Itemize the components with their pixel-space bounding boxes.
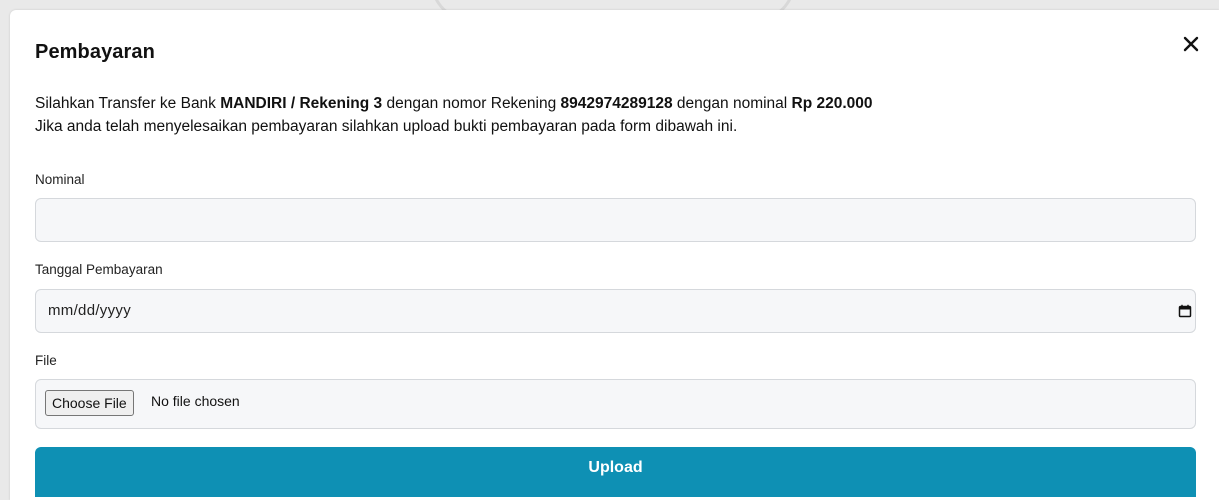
payment-date-input[interactable]: mm/dd/yyyy bbox=[35, 289, 1196, 333]
instruction-text: Silahkan Transfer ke Bank bbox=[35, 95, 221, 112]
close-icon bbox=[1183, 36, 1199, 52]
nominal-input[interactable] bbox=[35, 198, 1196, 242]
instruction-line-1: Silahkan Transfer ke Bank MANDIRI / Reke… bbox=[35, 92, 873, 115]
modal-title: Pembayaran bbox=[35, 41, 155, 63]
file-status: No file chosen bbox=[151, 393, 240, 409]
payment-modal: Pembayaran Silahkan Transfer ke Bank MAN… bbox=[10, 10, 1219, 500]
choose-file-button[interactable]: Choose File bbox=[45, 390, 134, 416]
payment-amount: Rp 220.000 bbox=[791, 95, 873, 112]
calendar-icon[interactable] bbox=[1178, 304, 1192, 318]
instruction-text: dengan nomor Rekening bbox=[382, 95, 561, 112]
date-label: Tanggal Pembayaran bbox=[35, 262, 163, 277]
close-button[interactable] bbox=[1179, 32, 1203, 56]
instruction-text: dengan nominal bbox=[672, 95, 792, 112]
file-label: File bbox=[35, 353, 57, 368]
upload-button[interactable]: Upload bbox=[35, 447, 1196, 497]
payment-instructions: Silahkan Transfer ke Bank MANDIRI / Reke… bbox=[35, 92, 873, 138]
account-number: 8942974289128 bbox=[560, 95, 673, 112]
file-input[interactable]: Choose File No file chosen bbox=[35, 379, 1196, 429]
bank-name: MANDIRI / Rekening 3 bbox=[220, 95, 383, 112]
nominal-label: Nominal bbox=[35, 172, 85, 187]
instruction-line-2: Jika anda telah menyelesaikan pembayaran… bbox=[35, 118, 738, 135]
date-placeholder: mm/dd/yyyy bbox=[48, 302, 132, 319]
